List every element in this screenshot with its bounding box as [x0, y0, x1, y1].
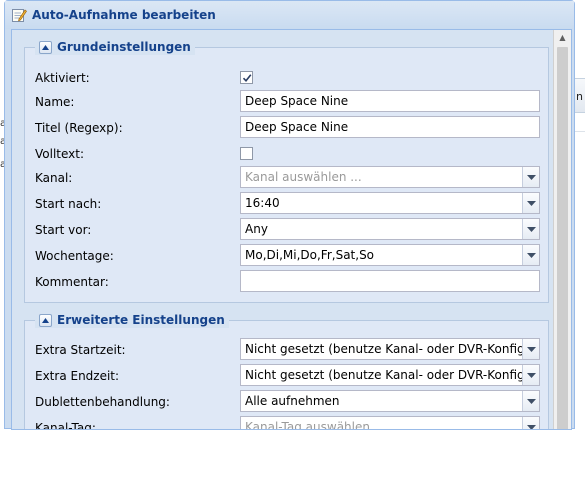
channel-placeholder: Kanal auswählen ...	[245, 170, 362, 184]
edit-autorec-dialog: Auto-Aufnahme bearbeiten Grundeinstellun…	[4, 0, 575, 430]
extra-start-combo[interactable]: Nicht gesetzt (benutze Kanal- oder DVR-K…	[240, 338, 540, 360]
weekdays-combo[interactable]: Mo,Di,Mi,Do,Fr,Sat,So	[240, 244, 540, 266]
extra-end-combo[interactable]: Nicht gesetzt (benutze Kanal- oder DVR-K…	[240, 364, 540, 386]
name-label: Name:	[35, 95, 75, 109]
edit-note-icon	[11, 7, 27, 23]
name-input[interactable]: Deep Space Nine	[240, 90, 540, 112]
basic-settings-title: Grundeinstellungen	[57, 40, 191, 54]
name-row: Name: Deep Space Nine	[35, 90, 540, 114]
start-after-row: Start nach: 16:40	[35, 192, 540, 216]
dialog-titlebar[interactable]: Auto-Aufnahme bearbeiten	[5, 1, 574, 29]
channel-label: Kanal:	[35, 171, 73, 185]
extra-start-label: Extra Startzeit:	[35, 343, 126, 357]
fulltext-checkbox[interactable]	[240, 147, 253, 160]
start-before-combo[interactable]: Any	[240, 218, 540, 240]
channel-combo[interactable]: Kanal auswählen ...	[240, 166, 540, 188]
extra-start-row: Extra Startzeit: Nicht gesetzt (benutze …	[35, 338, 540, 362]
duplicate-handling-value: Alle aufnehmen	[245, 394, 340, 408]
comment-row: Kommentar:	[35, 270, 540, 294]
extra-end-row: Extra Endzeit: Nicht gesetzt (benutze Ka…	[35, 364, 540, 388]
form-content: Grundeinstellungen Aktiviert: Name: Deep…	[12, 30, 553, 429]
chevron-up-icon[interactable]	[39, 313, 52, 327]
start-after-combo[interactable]: 16:40	[240, 192, 540, 214]
dialog-body: Grundeinstellungen Aktiviert: Name: Deep…	[11, 29, 572, 430]
chevron-up-icon[interactable]	[39, 40, 52, 54]
chevron-down-icon[interactable]	[522, 193, 539, 213]
weekdays-value: Mo,Di,Mi,Do,Fr,Sat,So	[245, 248, 375, 262]
chevron-down-icon[interactable]	[522, 167, 539, 187]
comment-label: Kommentar:	[35, 275, 109, 289]
enabled-row: Aktiviert:	[35, 66, 540, 90]
chevron-down-icon[interactable]	[522, 417, 539, 429]
checkmark-icon	[242, 73, 251, 82]
start-after-value: 16:40	[245, 196, 280, 210]
chevron-down-icon[interactable]	[522, 365, 539, 385]
chevron-down-icon[interactable]	[522, 339, 539, 359]
advanced-settings-legend: Erweiterte Einstellungen	[35, 312, 229, 328]
scroll-up-icon[interactable]: ▲	[554, 30, 571, 46]
fulltext-row: Volltext:	[35, 142, 540, 166]
weekdays-row: Wochentage: Mo,Di,Mi,Do,Fr,Sat,So	[35, 244, 540, 268]
channel-tag-row: Kanal-Tag: Kanal-Tag auswählen	[35, 416, 540, 429]
chevron-down-icon[interactable]	[522, 391, 539, 411]
dialog-title: Auto-Aufnahme bearbeiten	[32, 8, 216, 22]
channel-row: Kanal: Kanal auswählen ...	[35, 166, 540, 190]
weekdays-label: Wochentage:	[35, 249, 114, 263]
basic-settings-legend: Grundeinstellungen	[35, 39, 195, 55]
title-regexp-label: Titel (Regexp):	[35, 121, 123, 135]
duplicate-handling-combo[interactable]: Alle aufnehmen	[240, 390, 540, 412]
chevron-down-icon[interactable]	[522, 245, 539, 265]
channel-tag-combo[interactable]: Kanal-Tag auswählen	[240, 416, 540, 429]
duplicate-handling-row: Dublettenbehandlung: Alle aufnehmen	[35, 390, 540, 414]
fulltext-label: Volltext:	[35, 147, 85, 161]
start-after-label: Start nach:	[35, 197, 102, 211]
start-before-value: Any	[245, 222, 268, 236]
enabled-checkbox[interactable]	[240, 71, 253, 84]
advanced-settings-title: Erweiterte Einstellungen	[57, 313, 225, 327]
scrollbar-thumb[interactable]	[557, 47, 568, 429]
extra-end-value: Nicht gesetzt (benutze Kanal- oder DVR-K…	[245, 368, 540, 382]
start-before-row: Start vor: Any	[35, 218, 540, 242]
duplicate-handling-label: Dublettenbehandlung:	[35, 395, 170, 409]
title-regexp-row: Titel (Regexp): Deep Space Nine	[35, 116, 540, 140]
extra-start-value: Nicht gesetzt (benutze Kanal- oder DVR-K…	[245, 342, 540, 356]
advanced-settings-fieldset: Erweiterte Einstellungen Extra Startzeit…	[24, 312, 549, 429]
title-regexp-input[interactable]: Deep Space Nine	[240, 116, 540, 138]
enabled-label: Aktiviert:	[35, 71, 90, 85]
chevron-down-icon[interactable]	[522, 219, 539, 239]
basic-settings-fieldset: Grundeinstellungen Aktiviert: Name: Deep…	[24, 39, 549, 303]
comment-input[interactable]	[240, 270, 540, 292]
background-text-fragment: n	[576, 90, 583, 103]
extra-end-label: Extra Endzeit:	[35, 369, 120, 383]
vertical-scrollbar[interactable]: ▲	[553, 30, 571, 429]
start-before-label: Start vor:	[35, 223, 92, 237]
